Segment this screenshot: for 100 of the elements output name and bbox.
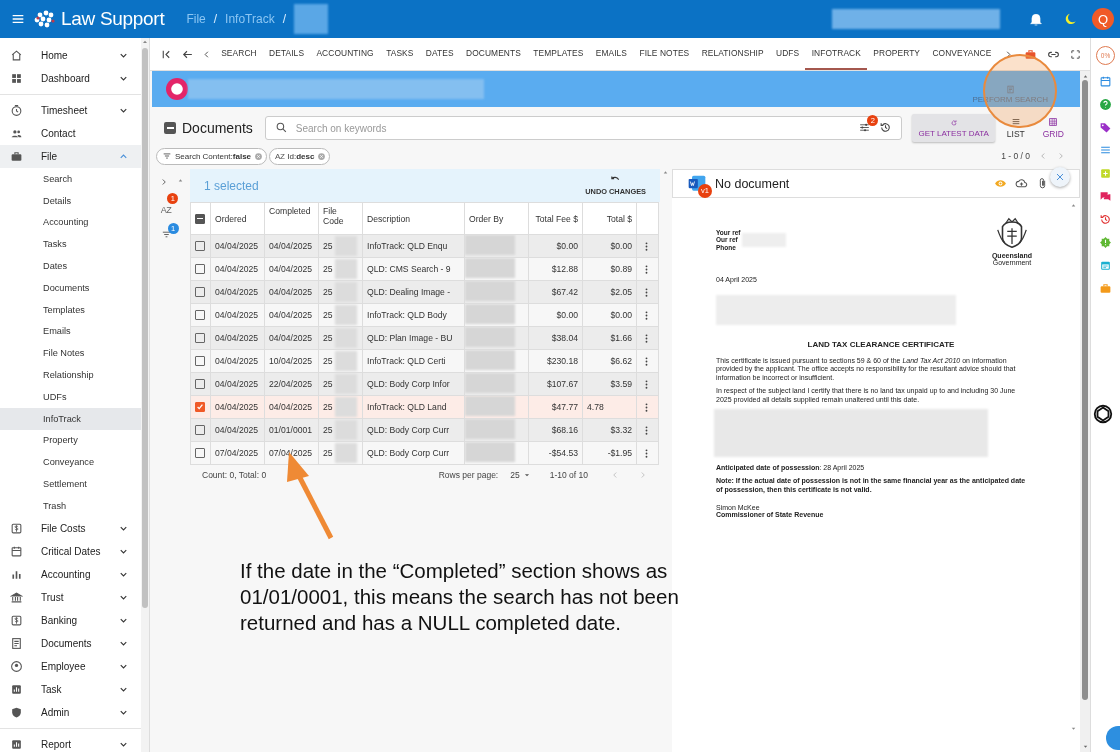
history-icon[interactable]	[879, 121, 893, 134]
tab[interactable]: FILE NOTES	[633, 38, 696, 70]
calendar-icon	[10, 544, 23, 558]
list-icon	[1010, 117, 1021, 127]
refresh-icon	[949, 118, 958, 127]
tab[interactable]: DETAILS	[262, 38, 311, 70]
column-header[interactable]: Ordered	[210, 202, 265, 235]
row-checkbox[interactable]	[195, 425, 205, 435]
sidebar-item[interactable]: Timesheet	[0, 99, 141, 122]
get-latest-data-button[interactable]: GET LATEST DATA	[912, 114, 995, 142]
sidebar-item[interactable]: Task	[0, 677, 141, 701]
calendar-icon[interactable]	[1099, 75, 1112, 88]
column-header[interactable]: Order By	[464, 202, 529, 235]
row-checkbox[interactable]	[195, 287, 205, 297]
filter-icon[interactable]	[160, 229, 172, 240]
select-all-checkbox[interactable]	[195, 213, 205, 224]
sidebar-item[interactable]: Documents	[0, 631, 141, 655]
sidebar-subitem[interactable]: Trash	[0, 494, 141, 517]
sidebar-subitem[interactable]: Templates	[0, 298, 141, 321]
filter-chip[interactable]: Search Content:false	[156, 147, 268, 165]
row-checkbox[interactable]	[195, 333, 205, 343]
row-checkbox[interactable]	[195, 402, 205, 412]
sidebar-subitem[interactable]: Search	[0, 168, 141, 190]
scroll-up-icon	[176, 177, 184, 184]
sidebar-subitem[interactable]: Settlement	[0, 473, 141, 495]
filter-chip[interactable]: AZ Id:desc	[269, 147, 331, 165]
column-header[interactable]: Total Fee $	[528, 202, 583, 235]
sidebar-item[interactable]: Dashboard	[0, 67, 141, 90]
assistant-icon[interactable]	[1091, 403, 1114, 425]
row-checkbox[interactable]	[195, 264, 205, 274]
sidebar-item[interactable]: Contact	[0, 122, 141, 145]
sidebar-subitem[interactable]: File Notes	[0, 342, 141, 365]
sidebar-subitem[interactable]: Conveyance	[0, 451, 141, 474]
table-cell: 10/04/2025	[264, 349, 319, 373]
sidebar-item[interactable]: File	[0, 145, 141, 168]
tab[interactable]: TASKS	[379, 38, 420, 70]
sidebar-item[interactable]: Trust	[0, 585, 141, 609]
sidebar-item[interactable]: Banking	[0, 608, 141, 632]
sidebar-subitem[interactable]: Emails	[0, 320, 141, 343]
remove-icon[interactable]	[317, 151, 327, 161]
sidebar-subitem[interactable]: Accounting	[0, 211, 141, 234]
column-header[interactable]: File Code	[318, 202, 363, 235]
certificate-heading: LAND TAX CLEARANCE CERTIFICATE	[806, 340, 956, 349]
sidebar-item[interactable]: Admin	[0, 700, 141, 724]
close-button[interactable]	[1050, 167, 1070, 187]
tab[interactable]: EMAILS	[589, 38, 634, 70]
row-checkbox[interactable]	[195, 356, 205, 366]
row-checkbox[interactable]	[195, 379, 205, 389]
chart-icon	[10, 682, 23, 696]
history-icon[interactable]	[1099, 213, 1112, 226]
tag-icon[interactable]	[1099, 121, 1112, 134]
row-checkbox[interactable]	[195, 241, 205, 251]
tab[interactable]: RELATIONSHIP	[695, 38, 770, 70]
view-toggle[interactable]: GRID	[1036, 117, 1070, 139]
bank-icon	[10, 590, 23, 604]
moon-icon[interactable]	[1064, 12, 1078, 26]
fullscreen-icon[interactable]	[1069, 48, 1081, 60]
row-checkbox[interactable]	[195, 448, 205, 458]
tab[interactable]: DOCUMENTS	[459, 38, 528, 70]
sort-icon[interactable]: AZ	[160, 205, 172, 215]
sidebar-subitem[interactable]: Dates	[0, 255, 141, 277]
tab[interactable]: UDFS	[769, 38, 806, 70]
sidebar-item[interactable]: Home	[0, 44, 141, 67]
sidebar-subitem[interactable]: Tasks	[0, 233, 141, 256]
sidebar-subitem[interactable]: Documents	[0, 277, 141, 299]
remove-icon[interactable]	[254, 151, 264, 161]
sidebar-subitem[interactable]: Relationship	[0, 364, 141, 386]
column-header[interactable]: Total $	[582, 202, 637, 235]
rows-per-page-select[interactable]: 25	[510, 470, 532, 480]
bell-icon[interactable]	[1028, 11, 1044, 27]
sidebar-subitem[interactable]: InfoTrack	[0, 407, 141, 430]
sidebar-item[interactable]: File Costs	[0, 516, 141, 540]
sidebar-item[interactable]: Employee	[0, 654, 141, 678]
tab[interactable]: DATES	[419, 38, 460, 70]
chat-icon[interactable]	[1099, 190, 1112, 203]
alert-badge-icon[interactable]	[1099, 236, 1112, 249]
sidebar-item[interactable]: Critical Dates	[0, 539, 141, 563]
sidebar-item[interactable]: Report	[0, 732, 141, 752]
tab[interactable]: SEARCH	[215, 38, 263, 70]
tab[interactable]: CONVEYANCE	[926, 38, 998, 70]
sidebar-subitem[interactable]: Details	[0, 189, 141, 212]
tab[interactable]: PROPERTY	[867, 38, 927, 70]
view-toggle[interactable]: LIST	[1000, 117, 1031, 139]
help-icon[interactable]	[1099, 98, 1112, 111]
collapse-icon[interactable]	[164, 122, 176, 134]
tab[interactable]: ACCOUNTING	[310, 38, 380, 70]
panel-toggle-tab[interactable]	[1106, 726, 1120, 750]
calendar-icon[interactable]	[1099, 259, 1112, 272]
table-cell: InfoTrack: QLD Certi	[362, 349, 465, 373]
table-cell: 25	[323, 310, 333, 320]
row-checkbox[interactable]	[195, 310, 205, 320]
sidebar-subitem[interactable]: UDFs	[0, 385, 141, 408]
column-header[interactable]: Description	[362, 202, 465, 235]
filter-settings-icon[interactable]	[858, 121, 872, 134]
cloud-upload-icon[interactable]	[1015, 177, 1028, 190]
column-header[interactable]: Completed	[264, 202, 319, 235]
briefcase-icon[interactable]	[1023, 47, 1037, 61]
sidebar-item[interactable]: Accounting	[0, 562, 141, 586]
sidebar-subitem[interactable]: Property	[0, 429, 141, 452]
tab[interactable]: TEMPLATES	[527, 38, 590, 70]
